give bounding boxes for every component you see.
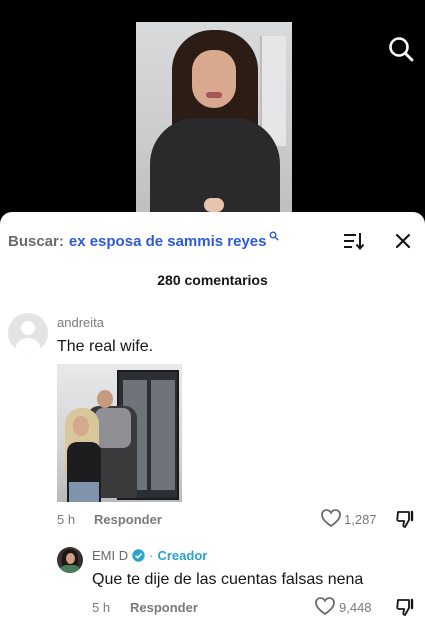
heart-icon[interactable] <box>314 596 336 616</box>
comment-username[interactable]: andreita <box>57 315 104 330</box>
comment-user-line: EMI D · Creador <box>92 548 207 563</box>
separator-dot: · <box>149 548 154 563</box>
search-icon[interactable] <box>386 34 416 64</box>
photo-woman-jeans <box>69 482 99 502</box>
photo-man-head <box>97 390 113 408</box>
search-mini-icon <box>269 228 279 246</box>
comment-text: Que te dije de las cuentas falsas nena <box>92 571 364 588</box>
heart-icon[interactable] <box>320 508 342 528</box>
close-icon[interactable] <box>392 230 414 252</box>
person-lips <box>206 92 222 98</box>
person-face <box>192 50 236 108</box>
dislike-icon[interactable] <box>395 509 417 529</box>
avatar-head <box>21 321 35 335</box>
comment-count: 280 comentarios <box>157 272 268 288</box>
search-query-link[interactable]: ex esposa de sammis reyes <box>69 233 267 250</box>
avatar[interactable] <box>8 313 48 353</box>
avatar-body <box>60 565 80 573</box>
video-player[interactable] <box>0 0 425 215</box>
photo-woman-face <box>73 416 89 436</box>
sort-icon[interactable] <box>342 230 366 252</box>
avatar[interactable] <box>57 547 83 573</box>
comment-time: 5 h <box>92 600 111 615</box>
creator-badge: Creador <box>157 548 208 563</box>
like-count: 1,287 <box>344 512 377 527</box>
photo-man-shirt <box>95 408 131 448</box>
verified-badge-icon <box>132 549 145 562</box>
comment-text: The real wife. <box>57 338 154 355</box>
search-prefix: Buscar: <box>8 232 64 250</box>
photo-window-pane <box>151 380 175 490</box>
avatar-face <box>66 553 75 564</box>
reply-button[interactable]: Responder <box>94 512 162 527</box>
comment-username[interactable]: EMI D <box>92 548 128 563</box>
person-hand <box>204 198 224 212</box>
dislike-icon[interactable] <box>395 597 417 617</box>
search-suggestion[interactable]: Buscar: ex esposa de sammis reyes <box>8 230 279 252</box>
comments-sheet: Buscar: ex esposa de sammis reyes 280 co… <box>0 212 425 630</box>
video-frame[interactable] <box>136 22 292 215</box>
like-count: 9,448 <box>339 600 372 615</box>
reply-button[interactable]: Responder <box>130 600 198 615</box>
avatar-torso <box>15 338 41 353</box>
comment-time: 5 h <box>57 512 76 527</box>
comment-image[interactable] <box>57 364 182 502</box>
